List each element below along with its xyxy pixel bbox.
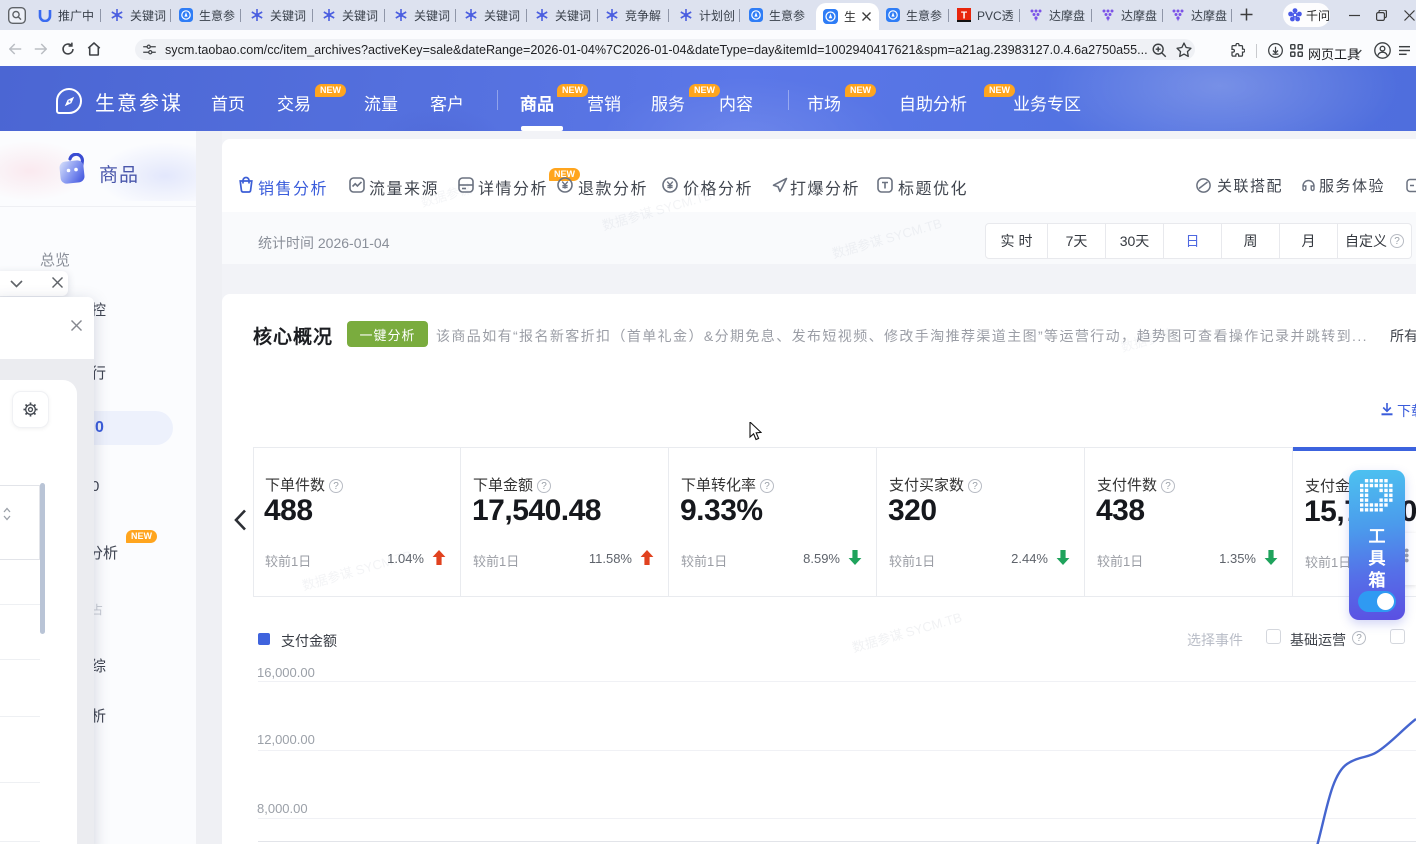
svg-text:T: T bbox=[961, 11, 967, 22]
